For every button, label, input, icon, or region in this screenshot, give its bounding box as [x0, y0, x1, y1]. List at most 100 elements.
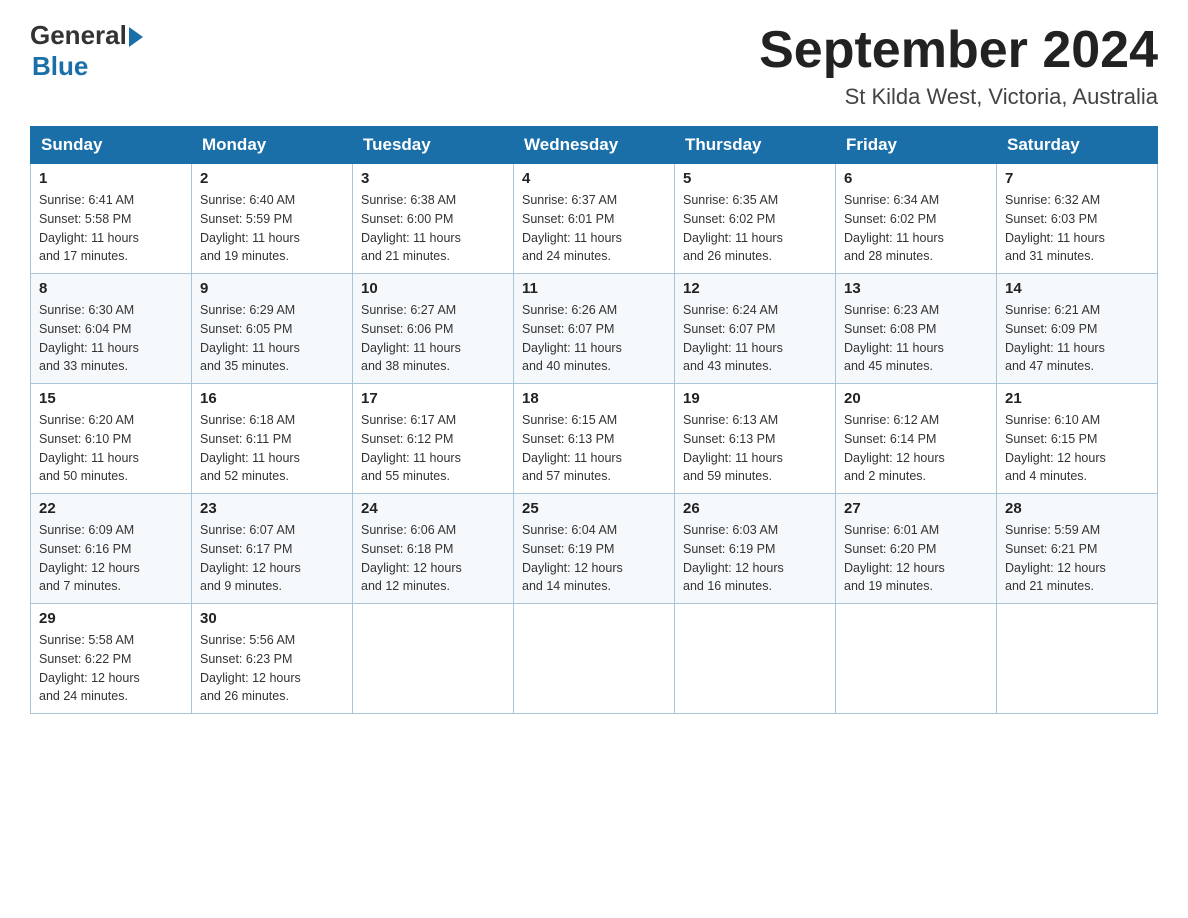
day-info: Sunrise: 6:27 AMSunset: 6:06 PMDaylight:… — [361, 301, 505, 376]
day-number: 27 — [844, 500, 988, 517]
day-info: Sunrise: 6:32 AMSunset: 6:03 PMDaylight:… — [1005, 191, 1149, 266]
day-cell: 10 Sunrise: 6:27 AMSunset: 6:06 PMDayligh… — [353, 274, 514, 384]
day-number: 18 — [522, 390, 666, 407]
day-info: Sunrise: 6:26 AMSunset: 6:07 PMDaylight:… — [522, 301, 666, 376]
day-number: 20 — [844, 390, 988, 407]
day-cell: 24 Sunrise: 6:06 AMSunset: 6:18 PMDayligh… — [353, 494, 514, 604]
day-cell: 5 Sunrise: 6:35 AMSunset: 6:02 PMDaylight… — [675, 164, 836, 274]
day-number: 30 — [200, 610, 344, 627]
day-cell: 6 Sunrise: 6:34 AMSunset: 6:02 PMDaylight… — [836, 164, 997, 274]
day-info: Sunrise: 5:59 AMSunset: 6:21 PMDaylight:… — [1005, 521, 1149, 596]
day-info: Sunrise: 6:06 AMSunset: 6:18 PMDaylight:… — [361, 521, 505, 596]
day-cell: 22Sunrise: 6:09 AMSunset: 6:16 PMDayligh… — [31, 494, 192, 604]
day-number: 21 — [1005, 390, 1149, 407]
day-info: Sunrise: 6:40 AMSunset: 5:59 PMDaylight:… — [200, 191, 344, 266]
day-cell — [997, 604, 1158, 714]
day-cell: 29Sunrise: 5:58 AMSunset: 6:22 PMDayligh… — [31, 604, 192, 714]
day-number: 2 — [200, 170, 344, 187]
day-cell: 27 Sunrise: 6:01 AMSunset: 6:20 PMDayligh… — [836, 494, 997, 604]
day-number: 1 — [39, 170, 183, 187]
day-info: Sunrise: 6:30 AMSunset: 6:04 PMDaylight:… — [39, 301, 183, 376]
day-cell: 2 Sunrise: 6:40 AMSunset: 5:59 PMDaylight… — [192, 164, 353, 274]
day-cell: 12 Sunrise: 6:24 AMSunset: 6:07 PMDayligh… — [675, 274, 836, 384]
logo: General Blue — [30, 20, 143, 82]
day-cell: 25 Sunrise: 6:04 AMSunset: 6:19 PMDayligh… — [514, 494, 675, 604]
day-info: Sunrise: 6:09 AMSunset: 6:16 PMDaylight:… — [39, 521, 183, 596]
day-number: 3 — [361, 170, 505, 187]
week-row-3: 15Sunrise: 6:20 AMSunset: 6:10 PMDayligh… — [31, 384, 1158, 494]
day-number: 11 — [522, 280, 666, 297]
logo-blue-text: Blue — [32, 51, 88, 82]
header-thursday: Thursday — [675, 127, 836, 164]
logo-arrow-icon — [129, 27, 143, 47]
day-cell: 16Sunrise: 6:18 AMSunset: 6:11 PMDayligh… — [192, 384, 353, 494]
day-cell: 15Sunrise: 6:20 AMSunset: 6:10 PMDayligh… — [31, 384, 192, 494]
day-number: 24 — [361, 500, 505, 517]
header-tuesday: Tuesday — [353, 127, 514, 164]
day-number: 16 — [200, 390, 344, 407]
week-row-5: 29Sunrise: 5:58 AMSunset: 6:22 PMDayligh… — [31, 604, 1158, 714]
day-cell: 4 Sunrise: 6:37 AMSunset: 6:01 PMDaylight… — [514, 164, 675, 274]
day-info: Sunrise: 6:37 AMSunset: 6:01 PMDaylight:… — [522, 191, 666, 266]
day-cell: 8 Sunrise: 6:30 AMSunset: 6:04 PMDaylight… — [31, 274, 192, 384]
day-number: 9 — [200, 280, 344, 297]
day-number: 4 — [522, 170, 666, 187]
header-wednesday: Wednesday — [514, 127, 675, 164]
day-number: 7 — [1005, 170, 1149, 187]
day-info: Sunrise: 6:15 AMSunset: 6:13 PMDaylight:… — [522, 411, 666, 486]
day-info: Sunrise: 6:13 AMSunset: 6:13 PMDaylight:… — [683, 411, 827, 486]
day-info: Sunrise: 6:21 AMSunset: 6:09 PMDaylight:… — [1005, 301, 1149, 376]
day-info: Sunrise: 6:38 AMSunset: 6:00 PMDaylight:… — [361, 191, 505, 266]
day-number: 14 — [1005, 280, 1149, 297]
location-title: St Kilda West, Victoria, Australia — [759, 84, 1158, 110]
day-cell: 3 Sunrise: 6:38 AMSunset: 6:00 PMDaylight… — [353, 164, 514, 274]
day-info: Sunrise: 6:41 AMSunset: 5:58 PMDaylight:… — [39, 191, 183, 266]
week-row-4: 22Sunrise: 6:09 AMSunset: 6:16 PMDayligh… — [31, 494, 1158, 604]
day-number: 15 — [39, 390, 183, 407]
day-info: Sunrise: 6:07 AMSunset: 6:17 PMDaylight:… — [200, 521, 344, 596]
day-number: 5 — [683, 170, 827, 187]
day-info: Sunrise: 6:10 AMSunset: 6:15 PMDaylight:… — [1005, 411, 1149, 486]
header-row: SundayMondayTuesdayWednesdayThursdayFrid… — [31, 127, 1158, 164]
day-info: Sunrise: 6:17 AMSunset: 6:12 PMDaylight:… — [361, 411, 505, 486]
page-header: General Blue September 2024 St Kilda Wes… — [30, 20, 1158, 110]
day-number: 13 — [844, 280, 988, 297]
day-cell: 9Sunrise: 6:29 AMSunset: 6:05 PMDaylight… — [192, 274, 353, 384]
calendar-table: SundayMondayTuesdayWednesdayThursdayFrid… — [30, 126, 1158, 714]
day-info: Sunrise: 6:04 AMSunset: 6:19 PMDaylight:… — [522, 521, 666, 596]
day-number: 19 — [683, 390, 827, 407]
day-info: Sunrise: 6:35 AMSunset: 6:02 PMDaylight:… — [683, 191, 827, 266]
day-cell — [514, 604, 675, 714]
month-title: September 2024 — [759, 20, 1158, 80]
week-row-1: 1 Sunrise: 6:41 AMSunset: 5:58 PMDaylight… — [31, 164, 1158, 274]
day-cell — [675, 604, 836, 714]
header-friday: Friday — [836, 127, 997, 164]
day-cell: 26 Sunrise: 6:03 AMSunset: 6:19 PMDayligh… — [675, 494, 836, 604]
day-info: Sunrise: 6:34 AMSunset: 6:02 PMDaylight:… — [844, 191, 988, 266]
day-info: Sunrise: 6:12 AMSunset: 6:14 PMDaylight:… — [844, 411, 988, 486]
day-cell: 17Sunrise: 6:17 AMSunset: 6:12 PMDayligh… — [353, 384, 514, 494]
day-number: 8 — [39, 280, 183, 297]
day-cell: 19 Sunrise: 6:13 AMSunset: 6:13 PMDayligh… — [675, 384, 836, 494]
title-area: September 2024 St Kilda West, Victoria, … — [759, 20, 1158, 110]
day-number: 10 — [361, 280, 505, 297]
day-info: Sunrise: 6:23 AMSunset: 6:08 PMDaylight:… — [844, 301, 988, 376]
day-cell: 7 Sunrise: 6:32 AMSunset: 6:03 PMDaylight… — [997, 164, 1158, 274]
day-number: 29 — [39, 610, 183, 627]
day-info: Sunrise: 6:01 AMSunset: 6:20 PMDaylight:… — [844, 521, 988, 596]
day-cell: 20 Sunrise: 6:12 AMSunset: 6:14 PMDayligh… — [836, 384, 997, 494]
day-cell: 11 Sunrise: 6:26 AMSunset: 6:07 PMDayligh… — [514, 274, 675, 384]
day-cell — [836, 604, 997, 714]
day-info: Sunrise: 6:03 AMSunset: 6:19 PMDaylight:… — [683, 521, 827, 596]
day-number: 28 — [1005, 500, 1149, 517]
logo-general-text: General — [30, 20, 127, 51]
day-cell — [353, 604, 514, 714]
day-number: 6 — [844, 170, 988, 187]
week-row-2: 8 Sunrise: 6:30 AMSunset: 6:04 PMDaylight… — [31, 274, 1158, 384]
day-cell: 1 Sunrise: 6:41 AMSunset: 5:58 PMDaylight… — [31, 164, 192, 274]
day-info: Sunrise: 6:24 AMSunset: 6:07 PMDaylight:… — [683, 301, 827, 376]
day-cell: 21 Sunrise: 6:10 AMSunset: 6:15 PMDayligh… — [997, 384, 1158, 494]
day-number: 26 — [683, 500, 827, 517]
day-number: 25 — [522, 500, 666, 517]
day-number: 12 — [683, 280, 827, 297]
